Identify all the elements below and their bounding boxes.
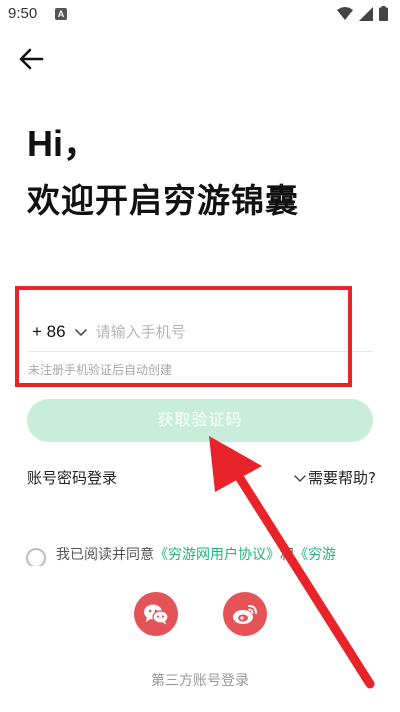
signal-icon bbox=[359, 6, 373, 21]
agree-checkbox[interactable] bbox=[26, 548, 46, 566]
agreement-and: 和 bbox=[280, 547, 294, 563]
privacy-link[interactable]: 《穷游 bbox=[294, 547, 336, 563]
agreement-text: 我已阅读并同意《穷游网用户协议》和《穷游 bbox=[56, 544, 336, 564]
annotation-highlight-box bbox=[15, 286, 352, 387]
notification-icon: A bbox=[55, 8, 67, 20]
status-time: 9:50 bbox=[8, 5, 38, 22]
help-link[interactable]: 需要帮助? bbox=[294, 467, 376, 488]
weibo-login-button[interactable] bbox=[223, 592, 267, 636]
agreement-row: 我已阅读并同意《穷游网用户协议》和《穷游 bbox=[26, 544, 376, 566]
greeting-welcome: 欢迎开启穷游锦囊 bbox=[27, 181, 299, 220]
wechat-login-button[interactable] bbox=[134, 592, 178, 636]
get-code-button[interactable]: 获取验证码 bbox=[27, 399, 373, 442]
status-icons bbox=[337, 6, 388, 21]
help-label: 需要帮助? bbox=[308, 469, 376, 487]
terms-link[interactable]: 《穷游网用户协议》 bbox=[154, 547, 280, 563]
wechat-icon bbox=[144, 604, 169, 625]
password-login-link[interactable]: 账号密码登录 bbox=[27, 467, 117, 488]
greeting-hi: Hi， bbox=[27, 123, 100, 164]
arrow-left-icon bbox=[19, 48, 44, 70]
agreement-prefix: 我已阅读并同意 bbox=[56, 547, 154, 563]
wifi-icon bbox=[337, 6, 353, 20]
third-party-login-label: 第三方账号登录 bbox=[151, 673, 249, 689]
status-bar: 9:50 A bbox=[0, 0, 400, 28]
back-button[interactable] bbox=[16, 44, 46, 74]
weibo-icon bbox=[233, 605, 257, 624]
chevron-down-icon bbox=[294, 474, 306, 482]
battery-icon bbox=[379, 6, 388, 21]
